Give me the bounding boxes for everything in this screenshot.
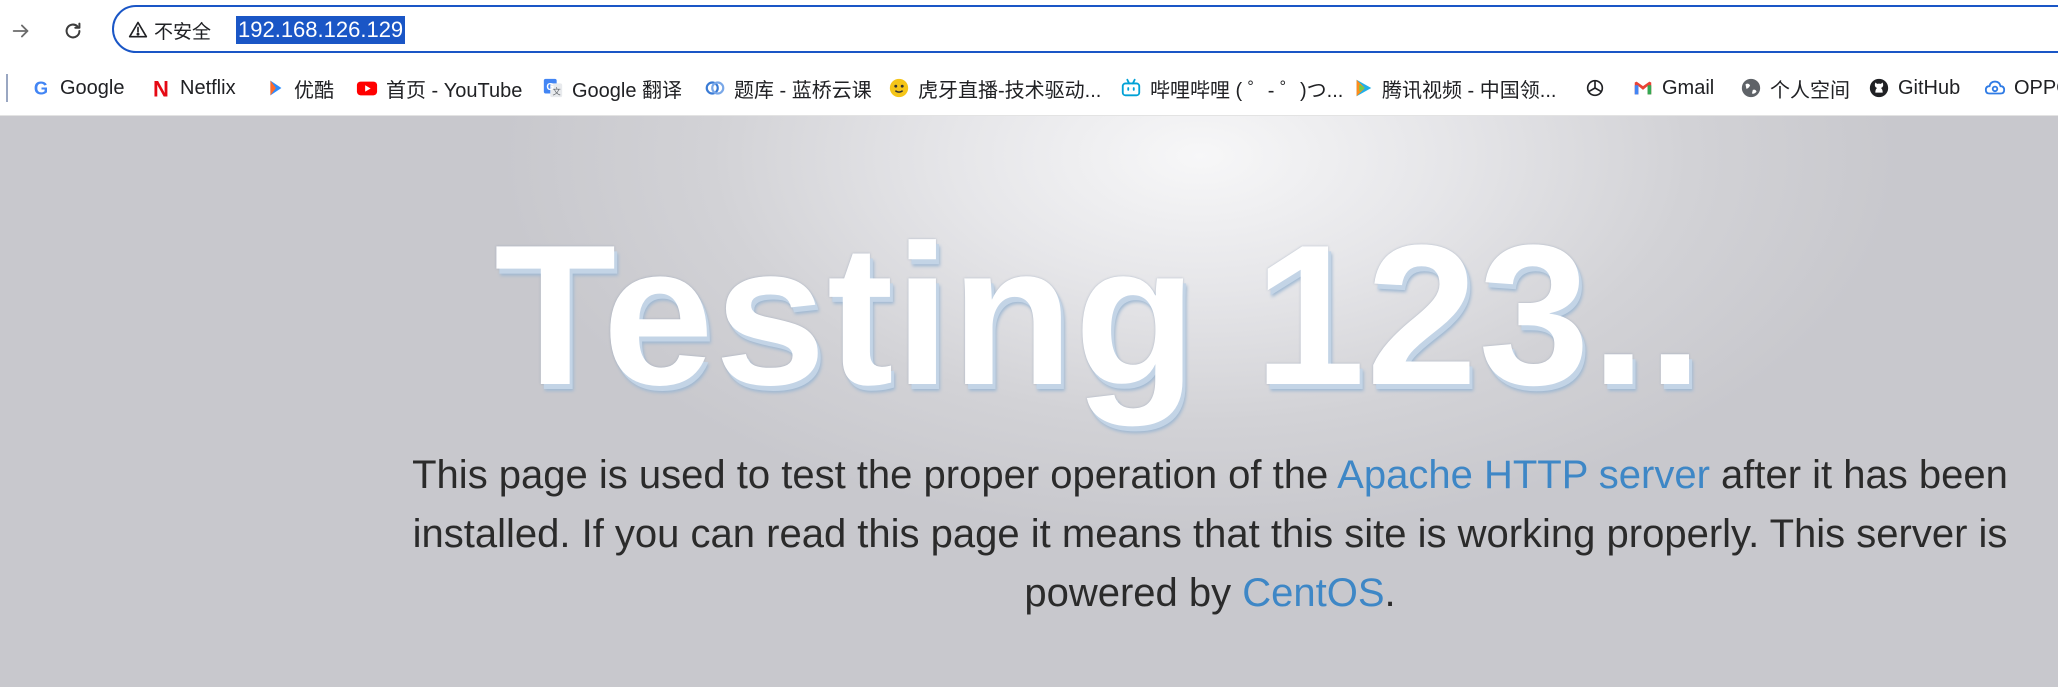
bookmark-label: 腾讯视频 - 中国领... (1382, 79, 1557, 102)
bookmark-label: Google (60, 76, 125, 99)
bookmark-youtube[interactable]: 首页 - YouTube (356, 73, 522, 103)
bookmark-label: GitHub (1898, 76, 1961, 99)
warning-icon (128, 21, 148, 38)
oppo-cloud-icon (1984, 77, 2006, 99)
bookmark-label: 首页 - YouTube (386, 79, 523, 102)
bookmark-bilibili[interactable]: 哔哩哔哩 ( ゜- ゜)つ... (1120, 73, 1343, 103)
bookmark-google-translate[interactable]: G文 Google 翻译 (542, 73, 682, 103)
bookmark-oppo[interactable]: OPPO (1984, 73, 2058, 103)
bookmark-lanqiao[interactable]: 题库 - 蓝桥云课 (704, 73, 872, 103)
google-translate-icon: G文 (542, 77, 564, 99)
browser-toolbar: 不安全 192.168.126.129 (0, 0, 2058, 62)
bookmark-label: 个人空间 (1770, 79, 1850, 102)
bookmark-huya[interactable]: 虎牙直播-技术驱动... (888, 73, 1101, 103)
google-icon: G (30, 77, 52, 99)
reload-icon (65, 22, 81, 39)
bookmark-gmail[interactable]: Gmail (1632, 73, 1714, 103)
bookmarks-bar: G Google N Netflix 优酷 首页 - YouTube G文 Go… (0, 62, 2058, 116)
bookmarks-divider (6, 74, 8, 102)
description-text-3: . (1384, 571, 1396, 615)
security-label: 不安全 (154, 21, 212, 43)
url-text[interactable]: 192.168.126.129 (236, 16, 406, 44)
bookmark-label: 哔哩哔哩 ( ゜- ゜)つ... (1150, 79, 1344, 102)
youtube-icon (356, 77, 378, 99)
address-bar[interactable]: 不安全 192.168.126.129 (112, 5, 2058, 53)
arrow-right-icon (12, 24, 29, 38)
page-description: This page is used to test the proper ope… (362, 446, 2058, 623)
bookmark-github[interactable]: GitHub (1868, 73, 1960, 103)
bookmark-openai[interactable] (1584, 73, 1614, 103)
globe-icon (1740, 77, 1762, 99)
bookmark-google[interactable]: G Google (30, 73, 125, 103)
bookmark-personal-space[interactable]: 个人空间 (1740, 73, 1850, 103)
bookmark-netflix[interactable]: N Netflix (150, 73, 236, 103)
svg-text:N: N (153, 77, 169, 99)
bookmark-label: 虎牙直播-技术驱动... (918, 79, 1102, 102)
gmail-icon (1632, 77, 1654, 99)
bookmark-label: Google 翻译 (572, 79, 683, 102)
security-indicator[interactable]: 不安全 (128, 17, 211, 43)
reload-button[interactable] (56, 14, 90, 48)
lanqiao-icon (704, 77, 726, 99)
netflix-icon: N (150, 77, 172, 99)
bookmark-label: Netflix (180, 76, 236, 99)
page-content: Testing 123.. This page is used to test … (0, 116, 2058, 687)
bookmark-label: Gmail (1662, 76, 1715, 99)
browser-window: 不安全 192.168.126.129 G Google N Netflix 优… (0, 0, 2058, 687)
apache-http-server-link[interactable]: Apache HTTP server (1337, 453, 1710, 497)
bookmark-label: OPPO (2014, 76, 2058, 99)
page-headline: Testing 123.. (494, 204, 1704, 427)
bookmark-tencent-video[interactable]: 腾讯视频 - 中国领... (1352, 73, 1556, 103)
bookmark-label: 优酷 (294, 79, 334, 102)
youku-icon (264, 77, 286, 99)
centos-link[interactable]: CentOS (1242, 571, 1384, 615)
bookmark-label: 题库 - 蓝桥云课 (734, 79, 872, 102)
svg-text:文: 文 (553, 86, 561, 96)
huya-icon (888, 77, 910, 99)
forward-button[interactable] (4, 14, 38, 48)
tencent-video-icon (1352, 77, 1374, 99)
svg-text:G: G (34, 77, 48, 98)
bookmark-youku[interactable]: 优酷 (264, 73, 334, 103)
bilibili-icon (1120, 77, 1142, 99)
openai-icon (1584, 77, 1606, 99)
github-icon (1868, 77, 1890, 99)
description-text-1: This page is used to test the proper ope… (412, 453, 1338, 497)
